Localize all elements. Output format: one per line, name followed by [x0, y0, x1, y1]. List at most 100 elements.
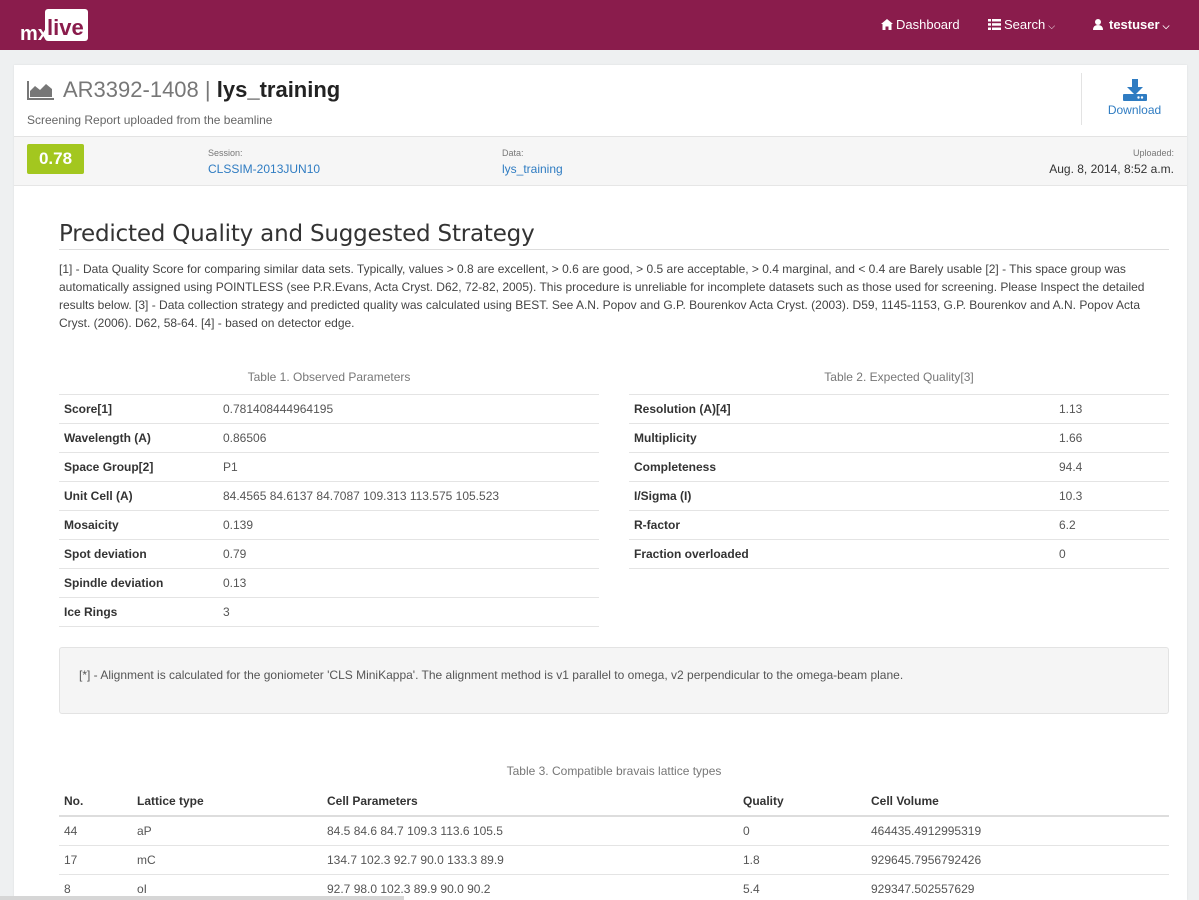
session-info: Session: CLSSIM-2013JUN10	[208, 148, 320, 176]
section-title: Predicted Quality and Suggested Strategy	[59, 219, 1169, 250]
table-row: Space Group[2] P1	[59, 452, 599, 482]
table-cell: 17	[59, 845, 132, 875]
param-name: Multiplicity	[629, 423, 1054, 453]
table-cell: 44	[59, 815, 132, 846]
download-icon	[1122, 79, 1147, 101]
svg-text:live: live	[47, 15, 84, 40]
svg-text:mx: mx	[20, 23, 49, 45]
param-value: 6.2	[1054, 510, 1169, 540]
table-row: Ice Rings 3	[59, 597, 599, 627]
column-header: Lattice type	[132, 787, 322, 817]
nav-search-label: Search	[1004, 17, 1046, 32]
nav-user-label: testuser	[1109, 17, 1160, 32]
table-row: R-factor 6.2	[629, 510, 1169, 540]
session-label: Session:	[208, 148, 243, 158]
table-cell: 929347.502557629	[866, 874, 1169, 900]
report-name: lys_training	[216, 77, 341, 102]
param-name: Spot deviation	[59, 539, 218, 569]
param-value: 94.4	[1054, 452, 1169, 482]
page-title: AR3392-1408 | lys_training	[27, 77, 340, 106]
data-link[interactable]: lys_training	[502, 162, 563, 176]
param-value: 84.4565 84.6137 84.7087 109.313 113.575 …	[218, 481, 599, 511]
table-row: I/Sigma (I) 10.3	[629, 481, 1169, 511]
table-cell: 0	[738, 815, 866, 846]
data-info: Data: lys_training	[502, 148, 563, 176]
user-icon	[1093, 1, 1103, 51]
param-name: Unit Cell (A)	[59, 481, 218, 511]
page-subtitle: Screening Report uploaded from the beaml…	[27, 113, 273, 127]
nav-dashboard[interactable]: Dashboard	[881, 0, 960, 50]
param-name: R-factor	[629, 510, 1054, 540]
table3-caption: Table 3. Compatible bravais lattice type…	[506, 764, 722, 778]
chevron-down-icon: ⌵	[1162, 21, 1170, 31]
table-row: 44 aP 84.5 84.6 84.7 109.3 113.6 105.5 0 464…	[59, 815, 1169, 846]
param-value: 0.781408444964195	[218, 394, 599, 424]
table-cell: 5.4	[738, 874, 866, 900]
page-loading-bar	[0, 896, 404, 900]
param-name: Space Group[2]	[59, 452, 218, 482]
param-value: 0.79	[218, 539, 599, 569]
table2-caption: Table 2. Expected Quality[3]	[824, 370, 974, 384]
table-cell: 1.8	[738, 845, 866, 875]
param-value: 3	[218, 597, 599, 627]
footnotes: [1] - Data Quality Score for comparing s…	[59, 262, 1145, 330]
nav-user-menu[interactable]: testuser ⌵	[1093, 0, 1169, 50]
param-value: 10.3	[1054, 481, 1169, 511]
table-cell: mC	[132, 845, 322, 875]
bravais-lattice-table: No. Lattice type Cell Parameters Quality Cel…	[59, 787, 1169, 900]
table-row: Spot deviation 0.79	[59, 539, 599, 569]
param-value: 0.86506	[218, 423, 599, 453]
uploaded-value: Aug. 8, 2014, 8:52 a.m.	[1049, 162, 1174, 176]
table-row: Resolution (A)[4] 1.13	[629, 394, 1169, 424]
table-cell: 134.7 102.3 92.7 90.0 133.3 89.9	[322, 845, 738, 875]
nav-search[interactable]: Search ⌵	[988, 0, 1055, 50]
table-row: Unit Cell (A) 84.4565 84.6137 84.7087 109…	[59, 481, 599, 511]
score-badge: 0.78	[27, 144, 84, 174]
chevron-down-icon: ⌵	[1048, 21, 1056, 31]
table1-caption: Table 1. Observed Parameters	[247, 370, 411, 384]
area-chart-icon	[27, 80, 55, 106]
param-value: 1.13	[1054, 394, 1169, 424]
data-label: Data:	[502, 148, 524, 158]
top-navbar: mx live Dashboard Search ⌵ testuser ⌵	[0, 0, 1199, 50]
meta-bar: 0.78 Session: CLSSIM-2013JUN10 Data: lys…	[14, 137, 1187, 186]
session-link[interactable]: CLSSIM-2013JUN10	[208, 162, 320, 176]
column-header: Cell Parameters	[322, 787, 738, 817]
table-row: Multiplicity 1.66	[629, 423, 1169, 453]
brand-logo[interactable]: mx live	[20, 5, 90, 45]
param-name: I/Sigma (I)	[629, 481, 1054, 511]
report-id: AR3392-1408	[63, 77, 199, 102]
download-button[interactable]: Download	[1081, 73, 1187, 125]
title-separator: |	[204, 77, 211, 102]
param-value: 0.13	[218, 568, 599, 598]
param-value: P1	[218, 452, 599, 482]
download-label: Download	[1107, 103, 1162, 117]
uploaded-info: Uploaded: Aug. 8, 2014, 8:52 a.m.	[1049, 148, 1174, 176]
param-name: Completeness	[629, 452, 1054, 482]
param-name: Spindle deviation	[59, 568, 218, 598]
nav-dashboard-label: Dashboard	[896, 17, 960, 32]
table-row: Spindle deviation 0.13	[59, 568, 599, 598]
param-name: Ice Rings	[59, 597, 218, 627]
param-value: 0	[1054, 539, 1169, 569]
table-row: Score[1] 0.781408444964195	[59, 394, 599, 424]
column-header: No.	[59, 787, 132, 817]
observed-parameters-table: Score[1] 0.781408444964195 Wavelength (A) 0…	[59, 394, 599, 627]
report-card: AR3392-1408 | lys_training Screening Rep…	[14, 65, 1187, 900]
report-header: AR3392-1408 | lys_training Screening Rep…	[14, 65, 1187, 137]
table-cell: 929645.7956792426	[866, 845, 1169, 875]
table-row: Wavelength (A) 0.86506	[59, 423, 599, 453]
table-row: Mosaicity 0.139	[59, 510, 599, 540]
column-header: Quality	[738, 787, 866, 817]
param-value: 0.139	[218, 510, 599, 540]
param-name: Mosaicity	[59, 510, 218, 540]
column-header: Cell Volume	[866, 787, 1169, 817]
alignment-note: [*] - Alignment is calculated for the go…	[59, 647, 1169, 714]
home-icon	[881, 1, 893, 51]
table-row: Fraction overloaded 0	[629, 539, 1169, 569]
table-row: 17 mC 134.7 102.3 92.7 90.0 133.3 89.9 1.8 9…	[59, 845, 1169, 875]
param-name: Score[1]	[59, 394, 218, 424]
param-name: Fraction overloaded	[629, 539, 1054, 569]
table-row: Completeness 94.4	[629, 452, 1169, 482]
table-cell: aP	[132, 815, 322, 846]
